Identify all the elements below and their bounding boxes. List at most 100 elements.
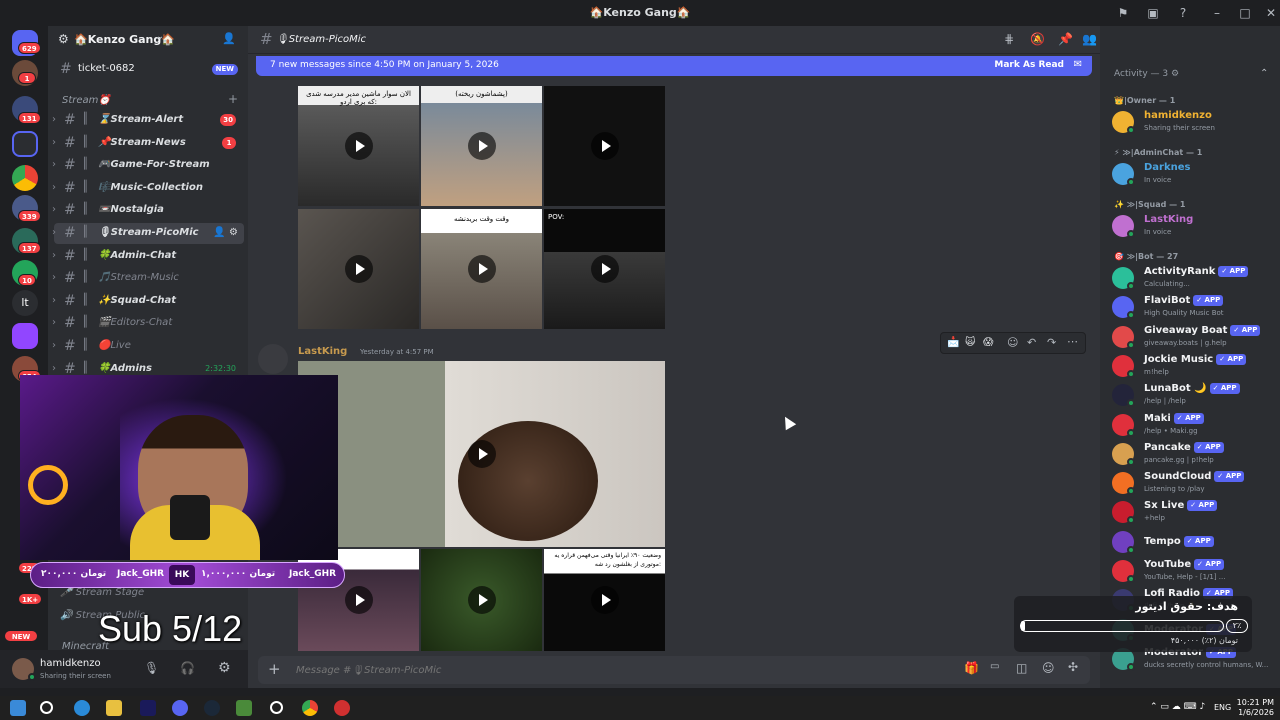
member-item[interactable]: LastKing In voice xyxy=(1110,213,1278,241)
channel-item[interactable]: › # ║ 🔴Live xyxy=(52,336,244,357)
server-icon[interactable]: lt xyxy=(12,290,38,316)
video-attachment[interactable]: (پشماشون ریخته) xyxy=(421,86,542,206)
reaction-icon[interactable]: 🙀 xyxy=(965,337,975,348)
video-attachment[interactable]: POV: xyxy=(544,209,665,329)
twitch-server-icon[interactable] xyxy=(12,323,38,349)
add-reaction-icon[interactable]: ☺ xyxy=(1007,336,1018,349)
member-item[interactable]: Darknes In voice xyxy=(1110,161,1278,189)
edge-icon[interactable] xyxy=(74,700,90,716)
channel-item[interactable]: › # ║ 🍀Admin-Chat xyxy=(52,246,244,267)
category-stream[interactable]: Stream⏰ xyxy=(62,95,111,106)
language-indicator[interactable]: ENG xyxy=(1214,703,1231,712)
play-icon[interactable] xyxy=(590,586,619,614)
maximize-button[interactable]: □ xyxy=(1236,4,1254,22)
reaction-icon[interactable]: 📩 xyxy=(947,337,959,348)
video-attachment[interactable] xyxy=(298,361,665,547)
member-item[interactable]: Tempo ✓ APP xyxy=(1110,529,1278,557)
gift-icon[interactable]: 🎁 xyxy=(964,661,979,675)
play-icon[interactable] xyxy=(467,586,496,614)
member-section-header[interactable]: 👑|Owner — 1 xyxy=(1114,96,1175,105)
member-section-header[interactable]: 🎯 ≫|Bot — 27 xyxy=(1114,252,1178,261)
add-channel-icon[interactable]: + xyxy=(228,92,238,106)
member-item[interactable]: LunaBot 🌙 ✓ APP/help | /help xyxy=(1110,382,1278,410)
invite-icon[interactable]: 👤 xyxy=(222,32,236,45)
pin-icon[interactable]: 📌 xyxy=(1058,32,1073,46)
play-icon[interactable] xyxy=(467,440,496,468)
chrome-server-icon[interactable] xyxy=(12,165,38,191)
video-attachment[interactable] xyxy=(421,549,542,651)
sticker-icon[interactable]: ◫ xyxy=(1016,661,1027,675)
user-settings-icon[interactable]: ⚙ xyxy=(218,660,231,676)
active-server-icon[interactable] xyxy=(12,131,38,157)
play-icon[interactable] xyxy=(344,132,373,160)
channel-settings-icon[interactable]: 👤 ⚙ xyxy=(213,227,238,238)
app-icon[interactable] xyxy=(334,700,350,716)
chrome-icon[interactable] xyxy=(302,700,318,716)
search-icon[interactable] xyxy=(40,701,53,714)
forward-icon[interactable]: ↷ xyxy=(1047,336,1056,349)
mark-as-read-button[interactable]: Mark As Read xyxy=(994,60,1064,70)
play-icon[interactable] xyxy=(467,255,496,283)
reply-icon[interactable]: ↶ xyxy=(1027,336,1036,349)
apps-icon[interactable]: ✣ xyxy=(1068,660,1078,674)
play-icon[interactable] xyxy=(467,132,496,160)
close-button[interactable]: ✕ xyxy=(1262,4,1280,22)
avatar[interactable] xyxy=(258,344,288,374)
channel-item[interactable]: › # ║ 🎙Stream-PicoMic 👤 ⚙ xyxy=(52,223,244,244)
more-options-icon[interactable]: ⋯ xyxy=(1067,335,1078,348)
channel-item[interactable]: › # ║ 🎵Stream-Music xyxy=(52,268,244,289)
reaction-icon[interactable]: 😱 xyxy=(983,337,993,348)
play-icon[interactable] xyxy=(344,586,373,614)
help-icon[interactable]: ? xyxy=(1174,4,1192,22)
clock-date[interactable]: 1/6/2026 xyxy=(1236,708,1274,717)
member-item[interactable]: Jockie Music ✓ APP m!help xyxy=(1110,353,1278,381)
member-list-icon[interactable]: 👥 xyxy=(1082,32,1097,46)
channel-item[interactable]: › # ║ 📼Nostalgia xyxy=(52,200,244,221)
member-section-header[interactable]: ⚡ ≫|AdminChat — 1 xyxy=(1114,148,1202,157)
collapse-icon[interactable]: ⌃ xyxy=(1260,68,1268,79)
channel-item[interactable]: › # ║ 🎼Music-Collection xyxy=(52,178,244,199)
video-attachment[interactable]: وضعیت ۹۰٪ ایرانیا وقتی می‌فهمن قراره یه … xyxy=(544,549,665,651)
clock-time[interactable]: 10:21 PM xyxy=(1236,698,1274,707)
channel-item[interactable]: › # ║ 🎬Editors-Chat xyxy=(52,313,244,334)
attach-plus-icon[interactable]: + xyxy=(268,660,281,678)
member-item[interactable]: SoundCloud ✓ APP Listening to /play xyxy=(1110,470,1278,498)
microphone-icon[interactable]: 🎙 xyxy=(144,661,159,675)
headphones-icon[interactable]: 🎧 xyxy=(180,661,195,675)
member-section-header[interactable]: ✨ ≫|Squad — 1 xyxy=(1114,200,1186,209)
windows-start-icon[interactable] xyxy=(10,700,26,716)
video-attachment[interactable] xyxy=(544,86,665,206)
member-item[interactable]: ActivityRank ✓ APP Calculating... xyxy=(1110,265,1278,293)
discord-icon[interactable] xyxy=(172,700,188,716)
channel-ticket[interactable]: # ticket-0682 NEW xyxy=(54,59,244,80)
channel-stream-stage[interactable]: 🎤 Stream Stage xyxy=(60,587,144,598)
play-icon[interactable] xyxy=(590,255,619,283)
emoji-icon[interactable]: ☺ xyxy=(1042,661,1055,675)
play-icon[interactable] xyxy=(344,255,373,283)
message-input[interactable] xyxy=(296,661,896,679)
channel-item[interactable]: › # ║ ✨Squad-Chat xyxy=(52,291,244,312)
activity-header[interactable]: Activity — 3 ⚙ xyxy=(1114,69,1179,79)
video-attachment[interactable] xyxy=(298,209,419,329)
member-item[interactable]: YouTube ✓ APP YouTube, Help - [1/1] ... xyxy=(1110,558,1278,586)
channel-item[interactable]: › # ║ ⌛Stream-Alert 30 xyxy=(52,110,244,131)
gif-icon[interactable]: ▭ xyxy=(990,661,999,672)
member-item[interactable]: Pancake ✓ APP pancake.gg | p!help xyxy=(1110,441,1278,469)
threads-icon[interactable]: ⋕ xyxy=(1004,32,1014,46)
member-item[interactable]: Sx Live ✓ APP +help xyxy=(1110,499,1278,527)
minimize-button[interactable]: – xyxy=(1208,4,1226,22)
inbox-icon[interactable]: ⚑ xyxy=(1114,4,1132,22)
channel-item[interactable]: › # ║ 📌Stream-News 1 xyxy=(52,133,244,154)
obs-icon[interactable] xyxy=(270,701,283,714)
member-item[interactable]: Giveaway Boat ✓ APP giveaway.boats | g.hel… xyxy=(1110,324,1278,352)
channel-item[interactable]: › # ║ 🎮Game-For-Stream xyxy=(52,155,244,176)
message-author[interactable]: LastKing xyxy=(298,346,347,357)
member-item[interactable]: hamidkenzo Sharing their screen xyxy=(1110,109,1278,137)
member-item[interactable]: FlaviBot ✓ APP High Quality Music Bot xyxy=(1110,294,1278,322)
steam-icon[interactable] xyxy=(204,700,220,716)
play-icon[interactable] xyxy=(590,132,619,160)
premiere-icon[interactable] xyxy=(140,700,156,716)
server-header[interactable]: ⚙ 🏠Kenzo Gang🏠 ⌄ 👤 xyxy=(48,26,248,54)
new-messages-banner[interactable]: 7 new messages since 4:50 PM on January … xyxy=(256,56,1092,76)
member-item[interactable]: Maki ✓ APP/help • Maki.gg xyxy=(1110,412,1278,440)
